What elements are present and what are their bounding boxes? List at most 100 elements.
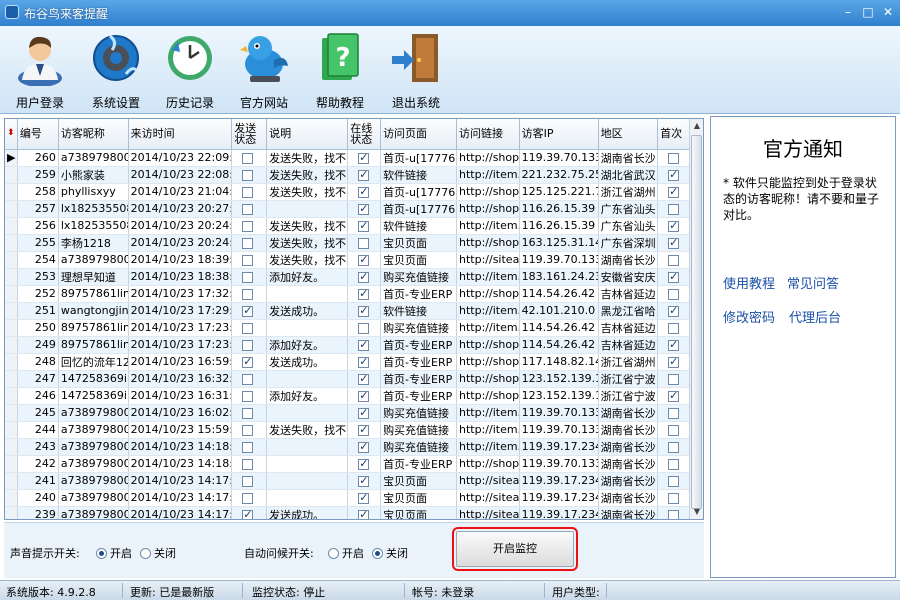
checkbox[interactable]: [242, 407, 254, 419]
cell-sent[interactable]: [231, 353, 268, 371]
cell-first[interactable]: [657, 387, 691, 405]
row-indicator[interactable]: [5, 370, 18, 388]
cell-first[interactable]: [657, 234, 691, 252]
row-indicator[interactable]: [5, 200, 18, 218]
checkbox[interactable]: [668, 355, 680, 368]
checkbox[interactable]: [668, 152, 680, 164]
checkbox[interactable]: [242, 304, 254, 317]
row-indicator[interactable]: [5, 319, 18, 337]
cell-online[interactable]: [347, 404, 382, 422]
cell-first[interactable]: [657, 183, 691, 201]
table-row[interactable]: 241a7389798002014/10/23 14:17:36 宝贝页面http…: [5, 472, 691, 490]
checkbox[interactable]: [358, 202, 370, 215]
row-indicator[interactable]: [5, 455, 18, 473]
cell-first[interactable]: [657, 149, 691, 167]
checkbox[interactable]: [668, 458, 680, 470]
row-indicator[interactable]: [5, 404, 18, 422]
checkbox[interactable]: [358, 423, 370, 436]
column-header-page[interactable]: 访问页面: [380, 119, 457, 150]
cell-sent[interactable]: [231, 166, 268, 184]
cell-sent[interactable]: [231, 387, 268, 405]
checkbox[interactable]: [242, 492, 254, 504]
checkbox[interactable]: [242, 355, 254, 368]
checkbox[interactable]: [668, 373, 680, 385]
row-indicator[interactable]: [5, 506, 18, 519]
checkbox[interactable]: [358, 185, 370, 198]
row-indicator[interactable]: [5, 438, 18, 456]
checkbox[interactable]: [668, 219, 680, 232]
checkbox[interactable]: [668, 389, 680, 402]
table-row[interactable]: 244a7389798002014/10/23 15:59:56 发送失败，找不 购…: [5, 421, 691, 439]
table-row[interactable]: 247147258369i2014/10/23 16:32:03 首页-专业ERP…: [5, 370, 691, 388]
faq-link[interactable]: 常见问答: [787, 273, 839, 292]
cell-first[interactable]: [657, 421, 691, 439]
cell-first[interactable]: [657, 336, 691, 354]
table-row[interactable]: 246147258369i2014/10/23 16:31:56 添加好友。 首页-…: [5, 387, 691, 405]
table-row[interactable]: 255李杨12182014/10/23 20:24:06 发送失败，找不 宝贝页面h…: [5, 234, 691, 252]
row-indicator[interactable]: [5, 336, 18, 354]
column-header-nick[interactable]: 访客昵称: [58, 119, 129, 150]
table-row[interactable]: 254a7389798002014/10/23 18:39:20 发送失败，找不 宝…: [5, 251, 691, 269]
maximize-button[interactable]: □: [860, 4, 876, 20]
cell-sent[interactable]: [231, 149, 268, 167]
checkbox[interactable]: [668, 424, 680, 436]
cell-sent[interactable]: [231, 183, 268, 201]
table-row[interactable]: 245a7389798002014/10/23 16:02:35 购买充值链接ht…: [5, 404, 691, 422]
checkbox[interactable]: [242, 508, 254, 519]
row-indicator[interactable]: [5, 217, 18, 235]
cell-sent[interactable]: [231, 234, 268, 252]
table-row[interactable]: 248回忆的流年1232014/10/23 16:59:51 发送成功。 首页-专业…: [5, 353, 691, 371]
row-indicator[interactable]: [5, 302, 18, 320]
table-row[interactable]: 251wangtongjing1232014/10/23 17:29:56 发送成…: [5, 302, 691, 320]
cell-first[interactable]: [657, 285, 691, 303]
checkbox[interactable]: [668, 236, 680, 249]
cell-online[interactable]: [347, 268, 382, 286]
cell-sent[interactable]: [231, 302, 268, 320]
checkbox[interactable]: [242, 237, 254, 249]
row-indicator[interactable]: [5, 472, 18, 490]
column-header-link[interactable]: 访问链接: [456, 119, 520, 150]
checkbox[interactable]: [668, 492, 680, 504]
table-row[interactable]: 257lx182535508802014/10/23 20:27:25 首页-u[…: [5, 200, 691, 218]
history-button[interactable]: 历史记录: [152, 28, 228, 112]
checkbox[interactable]: [242, 339, 254, 351]
cell-online[interactable]: [347, 370, 382, 388]
cell-first[interactable]: [657, 489, 691, 507]
checkbox[interactable]: [242, 322, 254, 334]
website-button[interactable]: 官方网站: [226, 28, 302, 112]
checkbox[interactable]: [668, 288, 680, 300]
checkbox[interactable]: [358, 219, 370, 232]
column-header-id[interactable]: 编号: [17, 119, 59, 150]
cell-online[interactable]: [347, 302, 382, 320]
table-row[interactable]: ▶260a7389798002014/10/23 22:09:29 发送失败，找不…: [5, 149, 691, 167]
cell-sent[interactable]: [231, 251, 268, 269]
column-header-time[interactable]: 来访时间: [128, 119, 233, 150]
column-header-online[interactable]: 在线状态: [347, 119, 382, 150]
column-header-sent[interactable]: 发送状态: [231, 119, 268, 150]
cell-sent[interactable]: [231, 472, 268, 490]
column-header-ip[interactable]: 访客IP: [519, 119, 599, 150]
cell-sent[interactable]: [231, 319, 268, 337]
checkbox[interactable]: [242, 288, 254, 300]
table-row[interactable]: 240a7389798002014/10/23 14:17:30 宝贝页面http…: [5, 489, 691, 507]
checkbox[interactable]: [358, 508, 370, 519]
row-indicator[interactable]: [5, 183, 18, 201]
row-indicator[interactable]: [5, 387, 18, 405]
row-indicator[interactable]: [5, 489, 18, 507]
cell-online[interactable]: [347, 438, 382, 456]
checkbox[interactable]: [242, 169, 254, 181]
checkbox[interactable]: [242, 475, 254, 487]
cell-first[interactable]: [657, 217, 691, 235]
table-row[interactable]: 258phyllisxyy2014/10/23 21:04:50 发送失败，找不 首…: [5, 183, 691, 201]
scroll-thumb[interactable]: [691, 135, 702, 509]
checkbox[interactable]: [242, 152, 254, 164]
table-row[interactable]: 253理想早知道2014/10/23 18:38:36 添加好友。 购买充值链接ht…: [5, 268, 691, 286]
change-password-link[interactable]: 修改密码: [723, 307, 775, 326]
visitor-grid[interactable]: ⬍ 编号 访客昵称 来访时间 发送状态 说明 在线状态 访问页面 访问链接 访客…: [4, 118, 704, 520]
cell-online[interactable]: [347, 217, 382, 235]
row-indicator[interactable]: [5, 166, 18, 184]
row-indicator[interactable]: ▶: [5, 149, 18, 167]
checkbox[interactable]: [242, 220, 254, 232]
table-row[interactable]: 256lx182535508802014/10/23 20:24:45 发送失败，…: [5, 217, 691, 235]
checkbox[interactable]: [242, 373, 254, 385]
